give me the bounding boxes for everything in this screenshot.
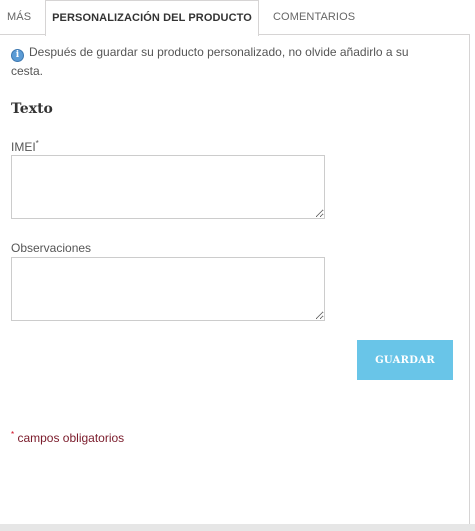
imei-required-mark: * [35,139,39,148]
section-title: Texto [11,101,53,117]
imei-field[interactable] [11,155,325,219]
info-message: i Después de guardar su producto personal… [11,43,441,81]
info-message-text: Después de guardar su producto personali… [11,45,409,78]
observaciones-label: Observaciones [11,241,92,255]
imei-label: IMEI* [11,139,39,154]
save-button[interactable]: Guardar [357,340,453,380]
imei-label-text: IMEI [11,140,36,154]
required-fields-text: campos obligatorios [14,431,125,445]
required-fields-note: * campos obligatorios [11,430,124,445]
info-icon: i [11,49,24,62]
product-customization-page: Más Personalización del producto Comenta… [0,0,475,531]
panel-bottom-bar [0,524,475,531]
tab-personalizacion-del-producto[interactable]: Personalización del producto [45,0,259,36]
tab-comentarios[interactable]: Comentarios [273,0,355,35]
tab-mas[interactable]: Más [7,0,31,35]
observaciones-field[interactable] [11,257,325,321]
product-tabs: Más Personalización del producto Comenta… [0,0,470,36]
